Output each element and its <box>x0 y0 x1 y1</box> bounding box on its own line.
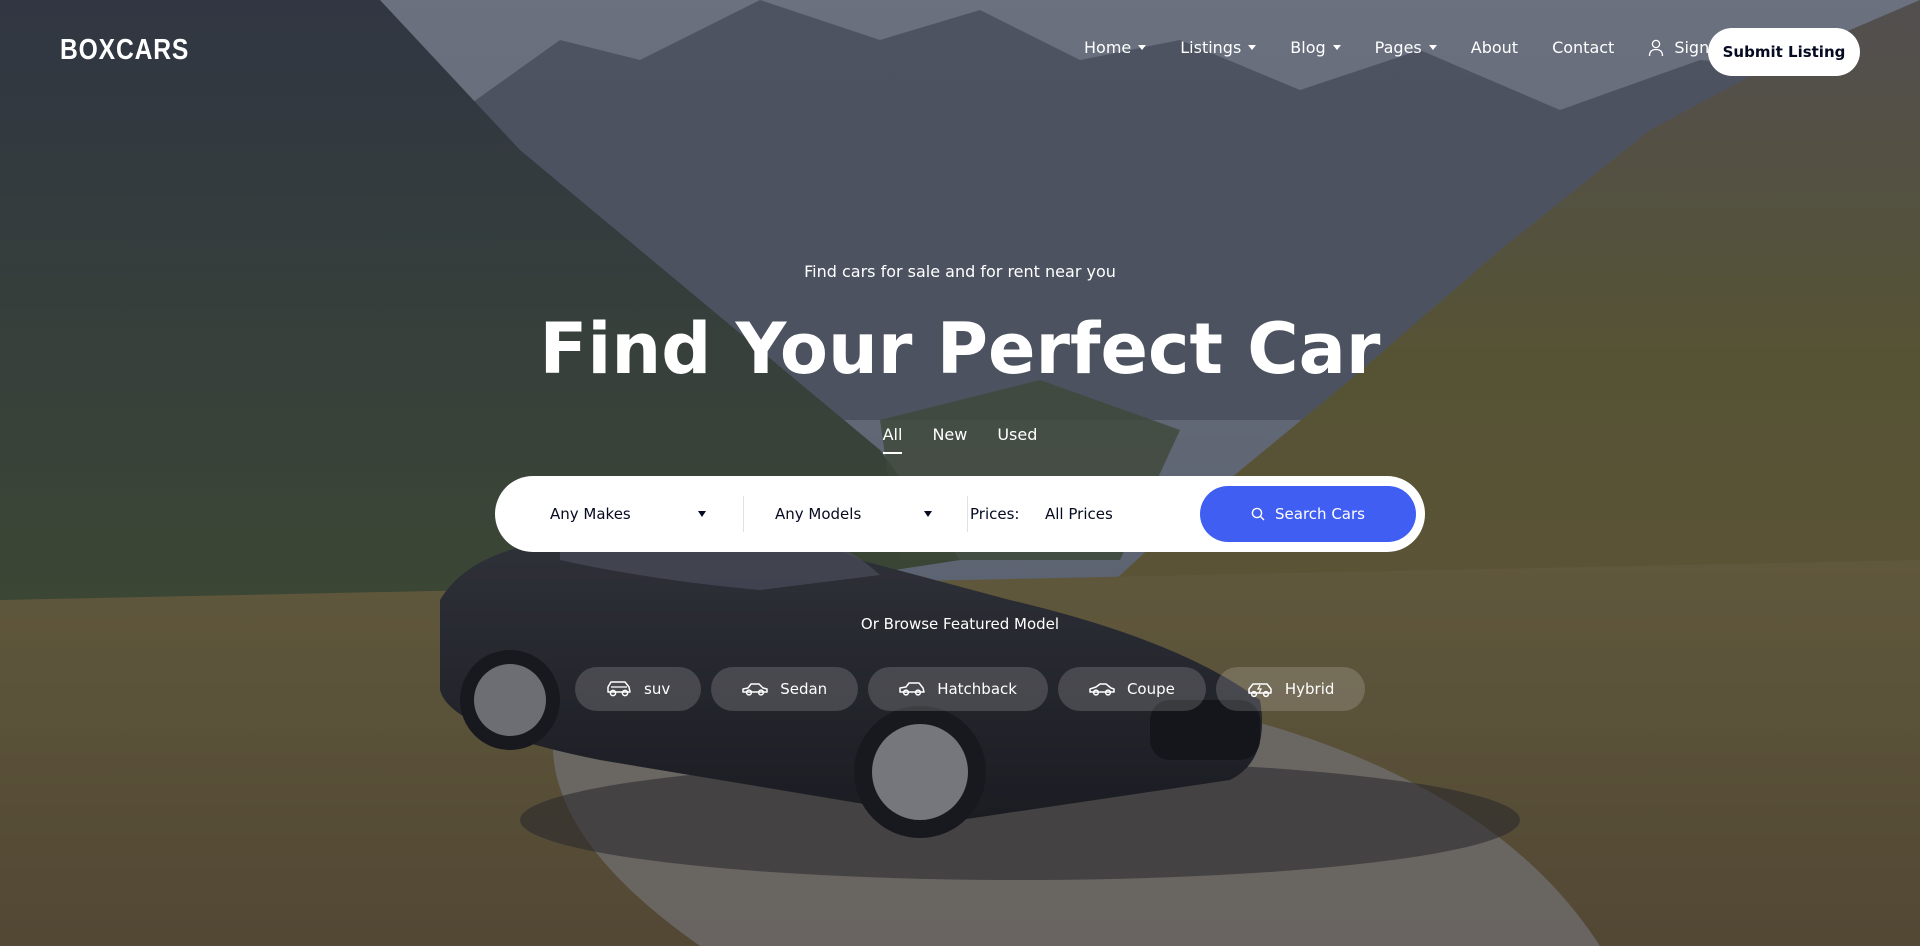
nav-item-home[interactable]: Home <box>1084 38 1147 57</box>
chip-suv[interactable]: suv <box>575 667 702 711</box>
makes-select[interactable]: Any Makes <box>550 476 720 552</box>
condition-tabs: All New Used <box>0 425 1920 454</box>
nav-item-about[interactable]: About <box>1471 38 1518 57</box>
prices-label: Prices: <box>970 505 1020 523</box>
hero-subtitle: Find cars for sale and for rent near you <box>804 262 1116 281</box>
chip-label: Hatchback <box>937 680 1017 698</box>
chip-coupe[interactable]: Coupe <box>1057 667 1206 711</box>
featured-heading: Or Browse Featured Model <box>860 615 1060 633</box>
nav-item-contact[interactable]: Contact <box>1552 38 1614 57</box>
caret-down-icon <box>1332 45 1341 50</box>
divider <box>743 496 744 532</box>
nav-item-label: Listings <box>1180 38 1242 57</box>
search-icon <box>1251 507 1265 521</box>
tab-new[interactable]: New <box>932 425 967 454</box>
caret-down-icon <box>1428 45 1437 50</box>
caret-down-icon <box>1138 45 1147 50</box>
nav-item-label: Pages <box>1374 38 1422 57</box>
chip-label: Hybrid <box>1284 680 1335 698</box>
search-bar: Any Makes Any Models Prices: All Prices … <box>495 476 1425 552</box>
chip-label: Coupe <box>1126 680 1175 698</box>
nav-item-pages[interactable]: Pages <box>1375 38 1437 57</box>
brand-logo[interactable]: BOXCARS <box>60 34 189 67</box>
chip-sedan[interactable]: Sedan <box>711 667 859 711</box>
makes-select-value: Any Makes <box>550 505 631 523</box>
hybrid-icon <box>1248 683 1272 698</box>
nav-item-label: Blog <box>1290 38 1326 57</box>
nav-item-label: Home <box>1084 38 1132 57</box>
nav-item-listings[interactable]: Listings <box>1180 38 1257 57</box>
hero-headline: Find Your Perfect Car <box>539 308 1381 390</box>
divider <box>967 496 968 532</box>
tab-all[interactable]: All <box>882 425 902 454</box>
nav-item-label: About <box>1470 38 1519 57</box>
hero-section: BOXCARS Home Listings Blog Pages About C… <box>0 0 1920 946</box>
chip-label: Sedan <box>780 680 828 698</box>
dropdown-arrow-icon <box>698 511 706 517</box>
hero-background-image <box>0 0 1920 946</box>
caret-down-icon <box>1248 45 1257 50</box>
submit-listing-button[interactable]: Submit Listing <box>1708 28 1860 76</box>
suv-icon <box>607 681 631 697</box>
coupe-icon <box>1089 683 1115 696</box>
chip-hybrid[interactable]: Hybrid <box>1215 667 1366 711</box>
hatchback-icon <box>899 682 925 696</box>
models-select[interactable]: Any Models <box>775 476 945 552</box>
nav-item-blog[interactable]: Blog <box>1290 38 1341 57</box>
sedan-icon <box>742 683 768 696</box>
tab-used[interactable]: Used <box>997 425 1037 454</box>
user-icon <box>1649 39 1664 56</box>
chip-hatchback[interactable]: Hatchback <box>868 667 1048 711</box>
chip-label: suv <box>644 680 671 698</box>
prices-select[interactable]: All Prices <box>1045 476 1113 552</box>
featured-models: suv Sedan Hatchback Coupe Hybrid <box>575 667 1366 711</box>
search-button-label: Search Cars <box>1275 505 1365 523</box>
main-nav: Home Listings Blog Pages About Contact S… <box>1084 38 1763 57</box>
nav-item-label: Contact <box>1552 38 1615 57</box>
dropdown-arrow-icon <box>924 511 932 517</box>
models-select-value: Any Models <box>775 505 862 523</box>
search-cars-button[interactable]: Search Cars <box>1200 486 1416 542</box>
